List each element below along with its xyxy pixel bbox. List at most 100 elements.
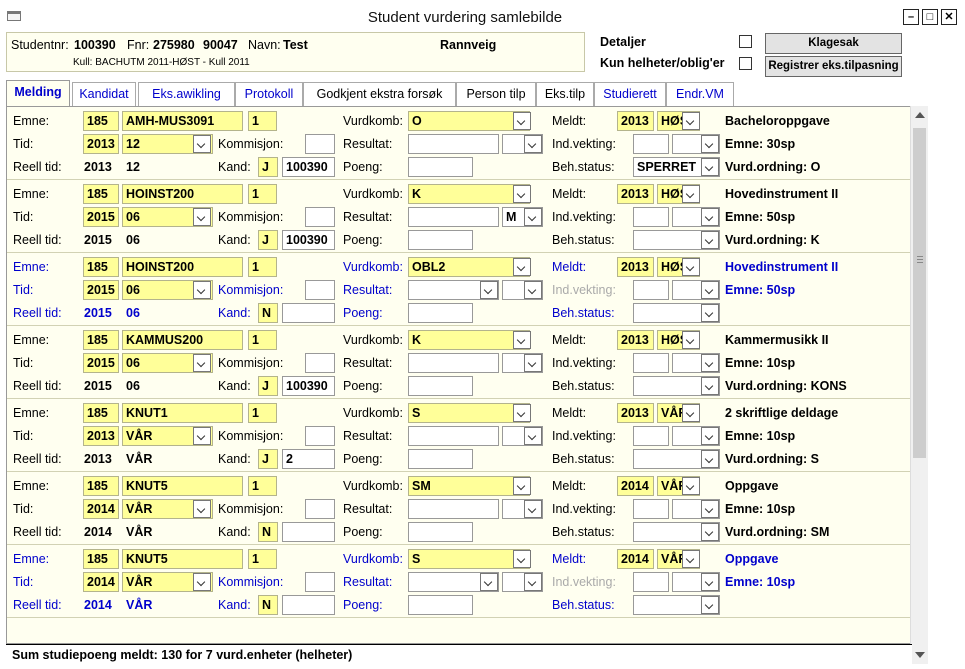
resultat-grade-dropdown-icon[interactable] [524,135,542,153]
kand-nr-input[interactable] [282,522,335,542]
kand-flag-field[interactable]: N [258,522,278,542]
minimize-button[interactable]: – [903,9,919,25]
meldt-aar-field[interactable]: 2014 [617,476,654,496]
versjon-field[interactable]: 1 [248,403,277,423]
resultat-grade-dropdown-icon[interactable] [524,573,542,591]
tid-aar-field[interactable]: 2013 [83,426,119,446]
scroll-thumb[interactable] [913,128,926,458]
tab-protokoll[interactable]: Protokoll [235,82,303,106]
kommisjon-input[interactable] [305,426,335,446]
versjon-field[interactable]: 1 [248,330,277,350]
meldt-term-dropdown-icon[interactable] [682,404,700,422]
resultat-grade-dropdown-icon[interactable] [524,208,542,226]
versjon-field[interactable]: 1 [248,184,277,204]
vertical-scrollbar[interactable] [910,106,928,664]
tid-term-dropdown-icon[interactable] [193,354,211,372]
beh-status-dropdown-icon[interactable] [701,304,719,322]
vurdkomb-select[interactable]: S [408,403,530,423]
kommisjon-input[interactable] [305,572,335,592]
meldt-aar-field[interactable]: 2013 [617,184,654,204]
vurdkomb-select[interactable]: K [408,184,530,204]
inst-field[interactable]: 185 [83,549,119,569]
ind-vekting-input[interactable] [633,134,669,154]
poeng-input[interactable] [408,595,473,615]
close-button[interactable]: ✕ [941,9,957,25]
inst-field[interactable]: 185 [83,184,119,204]
meldt-aar-field[interactable]: 2013 [617,111,654,131]
inst-field[interactable]: 185 [83,476,119,496]
versjon-field[interactable]: 1 [248,257,277,277]
meldt-term-dropdown-icon[interactable] [682,550,700,568]
beh-status-dropdown-icon[interactable] [701,596,719,614]
kand-flag-field[interactable]: J [258,376,278,396]
beh-status-dropdown-icon[interactable] [701,158,719,176]
versjon-field[interactable]: 1 [248,111,277,131]
vurdkomb-dropdown-icon[interactable] [513,185,531,203]
ind-vekting-dropdown-icon[interactable] [701,500,719,518]
tid-aar-field[interactable]: 2015 [83,353,119,373]
poeng-input[interactable] [408,449,473,469]
ind-vekting-input[interactable] [633,207,669,227]
ind-vekting-input[interactable] [633,353,669,373]
resultat-select[interactable] [408,499,499,519]
ind-vekting-input[interactable] [633,499,669,519]
versjon-field[interactable]: 1 [248,549,277,569]
kand-nr-input[interactable]: 100390 [282,230,335,250]
kommisjon-input[interactable] [305,134,335,154]
tid-term-dropdown-icon[interactable] [193,135,211,153]
vurdkomb-dropdown-icon[interactable] [513,477,531,495]
tab-godkjent-ekstra-forsok[interactable]: Godkjent ekstra forsøk [303,82,456,106]
versjon-field[interactable]: 1 [248,476,277,496]
tid-term-dropdown-icon[interactable] [193,281,211,299]
kun-helheter-checkbox[interactable] [739,57,752,70]
kommisjon-input[interactable] [305,353,335,373]
tab-studierett[interactable]: Studierett [594,82,666,106]
inst-field[interactable]: 185 [83,403,119,423]
vurdkomb-select[interactable]: OBL2 [408,257,530,277]
resultat-select[interactable] [408,426,499,446]
vurdkomb-dropdown-icon[interactable] [513,331,531,349]
tid-term-dropdown-icon[interactable] [193,573,211,591]
detaljer-checkbox[interactable] [739,35,752,48]
inst-field[interactable]: 185 [83,330,119,350]
tid-aar-field[interactable]: 2014 [83,499,119,519]
poeng-input[interactable] [408,157,473,177]
vurdkomb-dropdown-icon[interactable] [513,550,531,568]
meldt-term-dropdown-icon[interactable] [682,112,700,130]
meldt-term-dropdown-icon[interactable] [682,185,700,203]
resultat-dropdown-icon[interactable] [480,573,498,591]
emne-kode-field[interactable]: KNUT1 [122,403,243,423]
tab-eks-awikling[interactable]: Eks.awikling [138,82,235,106]
tid-term-dropdown-icon[interactable] [193,208,211,226]
resultat-grade-dropdown-icon[interactable] [524,281,542,299]
tab-melding[interactable]: Melding [6,80,70,107]
kand-nr-input[interactable] [282,303,335,323]
tid-aar-field[interactable]: 2014 [83,572,119,592]
meldt-aar-field[interactable]: 2013 [617,257,654,277]
beh-status-dropdown-icon[interactable] [701,450,719,468]
vurdkomb-select[interactable]: S [408,549,530,569]
vurdkomb-dropdown-icon[interactable] [513,258,531,276]
beh-status-dropdown-icon[interactable] [701,377,719,395]
vurdkomb-select[interactable]: K [408,330,530,350]
poeng-input[interactable] [408,522,473,542]
kand-nr-input[interactable]: 100390 [282,157,335,177]
ind-vekting-dropdown-icon[interactable] [701,281,719,299]
poeng-input[interactable] [408,303,473,323]
inst-field[interactable]: 185 [83,111,119,131]
kommisjon-input[interactable] [305,207,335,227]
registrer-eks-tilpasning-button[interactable]: Registrer eks.tilpasning [765,56,902,77]
maximize-button[interactable]: □ [922,9,938,25]
meldt-aar-field[interactable]: 2013 [617,403,654,423]
meldt-term-dropdown-icon[interactable] [682,258,700,276]
meldt-term-dropdown-icon[interactable] [682,331,700,349]
tab-person-tilp[interactable]: Person tilp [456,82,536,106]
ind-vekting-dropdown-icon[interactable] [701,573,719,591]
resultat-grade-dropdown-icon[interactable] [524,500,542,518]
emne-kode-field[interactable]: HOINST200 [122,257,243,277]
tid-aar-field[interactable]: 2015 [83,207,119,227]
emne-kode-field[interactable]: HOINST200 [122,184,243,204]
meldt-aar-field[interactable]: 2013 [617,330,654,350]
inst-field[interactable]: 185 [83,257,119,277]
kommisjon-input[interactable] [305,280,335,300]
